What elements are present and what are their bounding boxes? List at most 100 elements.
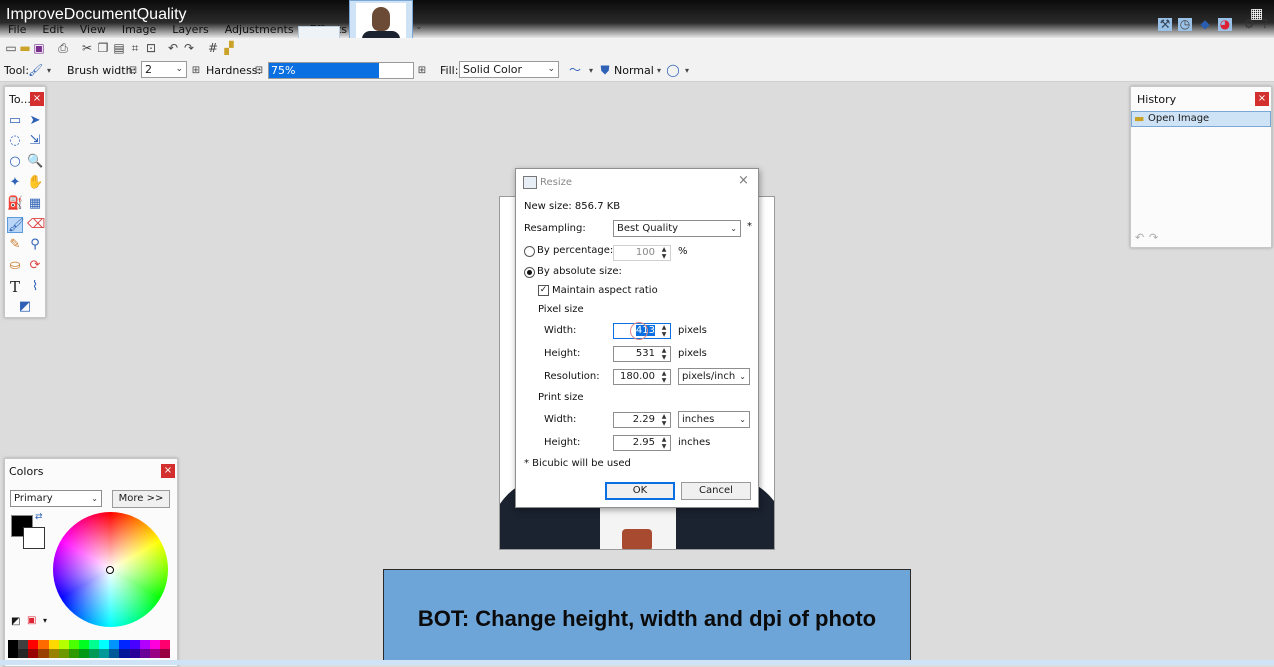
alpha-dropdown-icon[interactable]: ▾ <box>680 64 694 77</box>
reset-colors-icon[interactable]: ◩ <box>11 616 20 627</box>
undo-icon[interactable]: ↶ <box>166 42 180 55</box>
bucket-icon[interactable]: ⛽ <box>7 196 23 212</box>
pan-icon[interactable]: ✋ <box>27 175 43 191</box>
cut-icon[interactable]: ✂ <box>80 42 94 55</box>
print-unit-select[interactable]: inches ⌄ <box>678 411 750 428</box>
tool-dropdown-icon[interactable]: ▾ <box>42 64 56 77</box>
deselect-icon[interactable]: ⊡ <box>144 42 158 55</box>
palette-swatch[interactable] <box>38 649 49 658</box>
cancel-button[interactable]: Cancel <box>681 482 751 500</box>
hardness-decrease-icon[interactable]: ⊟ <box>252 64 266 77</box>
bottom-scroll-bar[interactable] <box>0 660 1274 665</box>
palette-swatch[interactable] <box>58 649 69 658</box>
menu-image[interactable]: Image <box>114 22 164 38</box>
save-icon[interactable]: ▣ <box>32 42 46 55</box>
palette-dropdown-icon[interactable]: ▾ <box>43 616 47 625</box>
palette-swatch[interactable] <box>139 649 150 658</box>
redo-icon[interactable]: ↷ <box>182 42 196 55</box>
palette-swatch[interactable] <box>18 640 29 649</box>
menu-layers[interactable]: Layers <box>164 22 216 38</box>
brush-width-decrease-icon[interactable]: ⊟ <box>126 64 140 77</box>
palette-swatch[interactable] <box>89 640 100 649</box>
text-icon[interactable]: T <box>7 279 23 295</box>
line-curve-icon[interactable]: ⌇ <box>27 279 43 295</box>
percentage-input[interactable]: 100 ▲ ▼ <box>613 245 671 261</box>
clone-stamp-icon[interactable]: ⛀ <box>7 258 23 274</box>
palette-swatch[interactable] <box>58 640 69 649</box>
antialias-icon[interactable]: 〜 <box>568 64 582 77</box>
print-icon[interactable]: ⎙ <box>56 42 70 55</box>
paintbrush-icon[interactable]: 🖌 <box>28 64 43 77</box>
move-selection-icon[interactable]: ⇲ <box>27 133 43 149</box>
palette-swatch[interactable] <box>159 640 170 649</box>
history-undo-icon[interactable]: ↶ <box>1135 231 1144 244</box>
spinner-icon[interactable]: ▲ ▼ <box>659 246 669 260</box>
color-wheel-cursor[interactable] <box>106 566 114 574</box>
swap-colors-icon[interactable]: ⇄ <box>35 512 43 522</box>
new-icon[interactable]: ▭ <box>4 42 18 55</box>
palette-swatch[interactable] <box>18 649 29 658</box>
magic-wand-icon[interactable]: ✦ <box>7 175 23 191</box>
shapes-icon[interactable]: ◩ <box>11 299 39 315</box>
ruler-icon[interactable]: ▞ <box>222 42 236 55</box>
color-palette[interactable] <box>8 640 170 658</box>
grid-menu-icon[interactable]: ▦ <box>1250 6 1263 22</box>
close-icon[interactable]: × <box>738 173 749 188</box>
antialias-dropdown-icon[interactable]: ▾ <box>584 64 598 77</box>
palette-swatch[interactable] <box>28 649 39 658</box>
spinner-icon[interactable]: ▲ ▼ <box>659 347 669 361</box>
paintbrush-tool-icon[interactable]: 🖌 <box>7 217 25 233</box>
maintain-aspect-checkbox[interactable]: ✓ <box>538 285 549 296</box>
palette-swatch[interactable] <box>48 649 59 658</box>
copy-icon[interactable]: ❐ <box>96 42 110 55</box>
spinner-icon[interactable]: ▲ ▼ <box>659 370 669 384</box>
gradient-icon[interactable]: ▦ <box>27 196 43 212</box>
palette-swatch[interactable] <box>139 640 150 649</box>
history-redo-icon[interactable]: ↷ <box>1149 231 1158 244</box>
close-icon[interactable]: × <box>30 92 44 106</box>
pencil-icon[interactable]: ✎ <box>7 237 23 253</box>
palette-menu-icon[interactable]: ▣ <box>27 615 36 626</box>
history-item[interactable]: ▬ Open Image <box>1131 111 1271 127</box>
hardness-increase-icon[interactable]: ⊞ <box>415 64 429 77</box>
palette-swatch[interactable] <box>89 649 100 658</box>
by-absolute-radio[interactable] <box>524 267 535 278</box>
lasso-icon[interactable]: ◌ <box>7 133 23 149</box>
fill-select[interactable]: Solid Color ⌄ <box>459 61 559 78</box>
hammer-icon[interactable]: ⚒ <box>1158 18 1172 31</box>
color-picker-icon[interactable]: ⚲ <box>27 237 43 253</box>
spinner-icon[interactable]: ▲ ▼ <box>659 324 669 338</box>
recolor-icon[interactable]: ⟳ <box>27 258 43 274</box>
secondary-color-swatch[interactable] <box>23 527 45 549</box>
crop-icon[interactable]: ⌗ <box>128 42 142 55</box>
brush-width-increase-icon[interactable]: ⊞ <box>189 64 203 77</box>
eraser-icon[interactable]: ⌫ <box>27 217 45 233</box>
print-width-input[interactable]: 2.29 ▲ ▼ <box>613 412 671 428</box>
zoom-icon[interactable]: 🔍 <box>27 154 43 170</box>
menu-edit[interactable]: Edit <box>34 22 71 38</box>
palette-swatch[interactable] <box>99 640 110 649</box>
palette-swatch[interactable] <box>68 649 79 658</box>
print-height-input[interactable]: 2.95 ▲ ▼ <box>613 435 671 451</box>
spinner-icon[interactable]: ▲ ▼ <box>659 436 669 450</box>
rectangle-select-icon[interactable]: ▭ <box>7 113 23 129</box>
layers-icon[interactable]: ◆ <box>1198 18 1212 31</box>
alpha-icon[interactable]: ◯ <box>666 64 680 77</box>
blend-mode-label[interactable]: Normal <box>614 64 654 77</box>
color-mode-select[interactable]: Primary ⌄ <box>10 490 102 507</box>
palette-swatch[interactable] <box>48 640 59 649</box>
brush-width-input[interactable]: 2 ⌄ <box>141 61 187 78</box>
palette-swatch[interactable] <box>68 640 79 649</box>
palette-swatch[interactable] <box>119 649 130 658</box>
open-icon[interactable]: ▬ <box>18 42 32 55</box>
blend-dropdown-icon[interactable]: ▾ <box>652 64 666 77</box>
ellipse-select-icon[interactable]: ○ <box>7 154 23 170</box>
palette-swatch[interactable] <box>78 649 89 658</box>
paste-icon[interactable]: ▤ <box>112 42 126 55</box>
palette-swatch[interactable] <box>8 649 19 658</box>
palette-swatch[interactable] <box>129 640 140 649</box>
palette-swatch[interactable] <box>28 640 39 649</box>
ok-button[interactable]: OK <box>605 482 675 500</box>
palette-icon[interactable]: ◕ <box>1218 18 1232 31</box>
thumbnail-dropdown-icon[interactable]: ⌄ <box>415 22 423 32</box>
